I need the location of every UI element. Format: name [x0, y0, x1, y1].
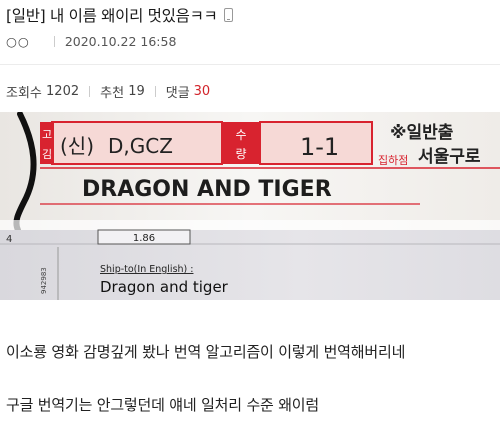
meta-divider — [53, 35, 55, 47]
post-body-line: 이소룡 영화 감명깊게 봤나 번역 알고리즘이 이렇게 번역해버리네 — [6, 343, 406, 361]
post-meta: ○○ 2020.10.22 16:58 — [6, 32, 176, 50]
stats-divider — [154, 85, 156, 97]
comment-count[interactable]: 댓글 30 — [166, 82, 210, 101]
label-name-prefix: (신) — [60, 134, 94, 158]
post-date: 2020.10.22 16:58 — [64, 33, 177, 49]
qty-label-top: 수 — [235, 128, 246, 142]
left-fragment: 4 — [6, 234, 12, 245]
corner-text-top: ※일반출 — [390, 123, 454, 143]
ship-to-value: Dragon and tiger — [100, 278, 229, 296]
view-count-value: 1202 — [46, 83, 80, 99]
header-divider — [0, 64, 500, 65]
comment-count-label: 댓글 — [165, 85, 190, 101]
corner-text-red: 집하점 — [378, 153, 408, 167]
barcode-text: 942983 — [40, 267, 48, 294]
corner-text-mid: 서울구로 — [418, 147, 481, 167]
like-count-value: 19 — [128, 83, 145, 99]
label-name-code: D,GCZ — [108, 134, 173, 158]
weight-value: 1.86 — [133, 233, 155, 244]
label-bottom-paper — [0, 230, 500, 300]
side-char-top: 고 — [42, 128, 52, 141]
post-stats: 조회수 1202 추천 19 댓글 30 — [6, 82, 210, 101]
shipping-label-photo: 고 김 (신) D,GCZ 수 량 1-1 ※일반출 서울구로 집하점 DRAG… — [0, 112, 500, 300]
like-count-label: 추천 — [100, 85, 125, 101]
like-count: 추천 19 — [100, 82, 145, 101]
ship-to-label: Ship-to(In English) : — [100, 264, 193, 275]
stats-divider — [89, 85, 91, 97]
author-name[interactable]: ○○ — [6, 34, 30, 49]
qty-value: 1-1 — [300, 133, 339, 161]
comment-count-value: 30 — [193, 83, 211, 99]
printed-name: DRAGON AND TIGER — [82, 177, 332, 202]
mobile-phone-icon — [224, 8, 234, 22]
side-char-bottom: 김 — [42, 148, 52, 161]
post-title: [일반] 내 이름 왜이리 멋있음ㅋㅋ — [6, 7, 218, 25]
qty-label-bottom: 량 — [235, 147, 246, 161]
post-title-row: [일반] 내 이름 왜이리 멋있음ㅋㅋ — [6, 4, 234, 26]
view-count: 조회수 1202 — [6, 82, 79, 101]
post-body-line: 구글 번역기는 안그렇던데 얘네 일처리 수준 왜이럼 — [6, 396, 320, 414]
view-count-label: 조회수 — [6, 85, 42, 101]
